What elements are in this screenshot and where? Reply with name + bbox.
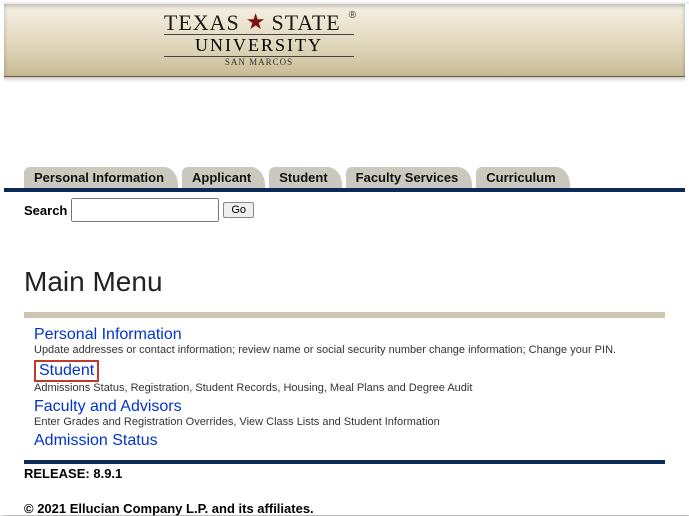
menu-item-admission-status: Admission Status <box>34 432 665 450</box>
link-student[interactable]: Student <box>34 360 99 382</box>
release-label: RELEASE: <box>24 466 90 481</box>
menu-item-student: Student Admissions Status, Registration,… <box>34 360 665 394</box>
page-title: Main Menu <box>24 266 665 298</box>
menu-item-personal-information: Personal Information Update addresses or… <box>34 326 665 356</box>
search-input[interactable] <box>71 198 219 222</box>
star-icon: ★ <box>246 9 266 35</box>
texas-state-logo: TEXAS ★ STATE ® UNIVERSITY SAN MARCOS <box>164 10 354 67</box>
menu-item-faculty-advisors: Faculty and Advisors Enter Grades and Re… <box>34 398 665 428</box>
registered-icon: ® <box>349 10 356 21</box>
divider-gold <box>24 312 665 318</box>
release-line: RELEASE: 8.9.1 <box>4 464 685 481</box>
link-faculty-advisors[interactable]: Faculty and Advisors <box>34 398 182 415</box>
desc-student: Admissions Status, Registration, Student… <box>34 382 665 394</box>
link-personal-information[interactable]: Personal Information <box>34 326 182 343</box>
logo-word-left: TEXAS <box>164 10 240 36</box>
tab-bar: Personal Information Applicant Student F… <box>4 167 685 192</box>
desc-personal-information: Update addresses or contact information;… <box>34 344 665 356</box>
tab-curriculum[interactable]: Curriculum <box>476 167 569 188</box>
release-version: 8.9.1 <box>93 466 122 481</box>
link-admission-status[interactable]: Admission Status <box>34 432 158 449</box>
main-content: Main Menu Personal Information Update ad… <box>4 222 685 464</box>
logo-campus: SAN MARCOS <box>164 57 354 67</box>
tab-student[interactable]: Student <box>269 167 341 188</box>
tab-applicant[interactable]: Applicant <box>182 167 265 188</box>
go-button[interactable]: Go <box>223 202 254 218</box>
logo-university: UNIVERSITY <box>164 34 354 57</box>
logo-word-right: STATE <box>272 10 341 36</box>
tab-personal-information[interactable]: Personal Information <box>24 167 178 188</box>
tab-faculty-services[interactable]: Faculty Services <box>346 167 473 188</box>
main-menu: Personal Information Update addresses or… <box>24 324 665 450</box>
header-banner: TEXAS ★ STATE ® UNIVERSITY SAN MARCOS <box>4 4 685 77</box>
desc-faculty-advisors: Enter Grades and Registration Overrides,… <box>34 416 665 428</box>
search-label: Search <box>24 203 67 218</box>
search-row: Search Go <box>4 192 685 222</box>
